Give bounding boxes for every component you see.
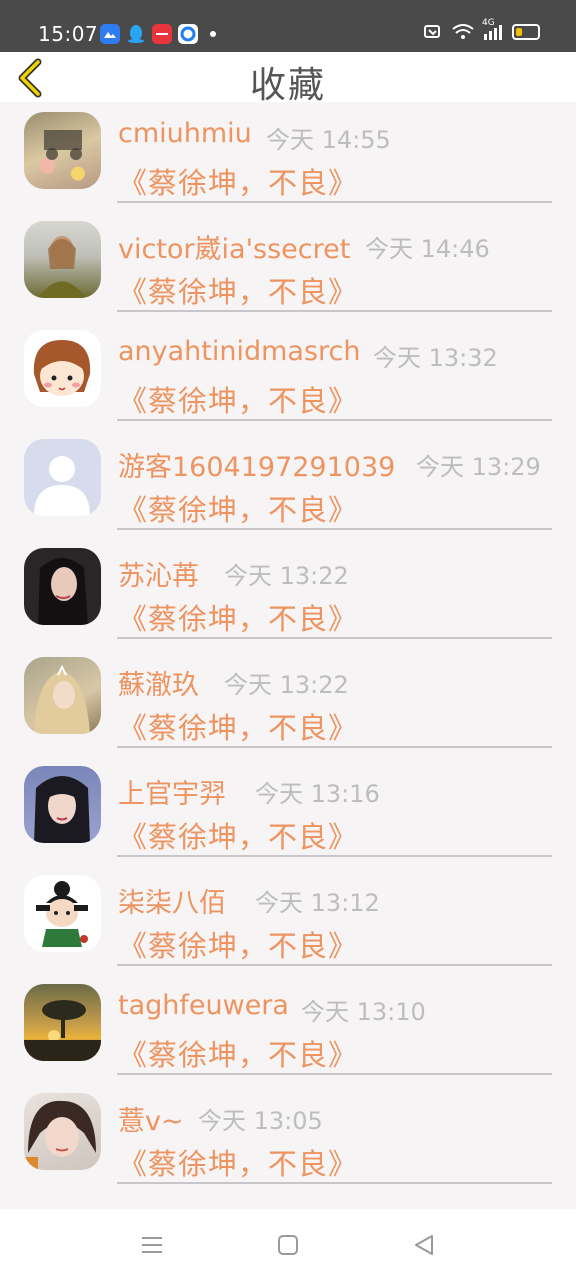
menu-icon xyxy=(142,1237,162,1253)
qq-icon xyxy=(126,24,146,44)
favorite-item[interactable]: victor崴ia'ssecret 今天 14:46 《蔡徐坤，不良》 xyxy=(0,211,576,320)
favorite-item[interactable]: 蘇澈玖 今天 13:22 《蔡徐坤，不良》 xyxy=(0,647,576,756)
user-name: 游客1604197291039 xyxy=(118,452,396,483)
system-nav-bar xyxy=(0,1209,576,1280)
user-name: 柒柒八佰 xyxy=(118,888,226,919)
more-notifications-dot xyxy=(210,31,216,37)
favorite-time: 今天 13:05 xyxy=(198,1107,323,1135)
avatar[interactable] xyxy=(24,766,101,843)
favorite-title: 《蔡徐坤，不良》 xyxy=(118,275,359,309)
favorite-title: 《蔡徐坤，不良》 xyxy=(118,929,359,963)
user-name: 薏v~ xyxy=(118,1106,184,1137)
divider xyxy=(117,528,552,530)
divider xyxy=(117,964,552,966)
user-name: 蘇澈玖 xyxy=(118,670,199,701)
divider xyxy=(117,1073,552,1075)
favorite-title: 《蔡徐坤，不良》 xyxy=(118,493,359,527)
back-nav-button[interactable] xyxy=(410,1231,438,1259)
favorites-list: cmiuhmiu 今天 14:55 《蔡徐坤，不良》 victor崴ia'sse… xyxy=(0,102,576,1192)
nfc-icon xyxy=(424,25,440,38)
favorite-time: 今天 13:16 xyxy=(255,780,380,808)
avatar[interactable] xyxy=(24,221,101,298)
favorite-title: 《蔡徐坤，不良》 xyxy=(118,166,359,200)
favorite-item[interactable]: cmiuhmiu 今天 14:55 《蔡徐坤，不良》 xyxy=(0,102,576,211)
user-name: taghfeuwera xyxy=(118,990,289,1021)
divider xyxy=(117,746,552,748)
notification-icons xyxy=(100,24,216,44)
user-name: 上官宇羿 xyxy=(118,779,226,810)
favorite-time: 今天 14:55 xyxy=(266,126,391,154)
favorite-time: 今天 14:46 xyxy=(365,235,490,263)
favorite-title: 《蔡徐坤，不良》 xyxy=(118,384,359,418)
favorite-time: 今天 13:29 xyxy=(416,453,541,481)
user-name: anyahtinidmasrch xyxy=(118,336,361,367)
blue-circle-app-icon xyxy=(178,24,198,44)
favorite-title: 《蔡徐坤，不良》 xyxy=(118,711,359,745)
avatar[interactable] xyxy=(24,439,101,516)
favorite-time: 今天 13:12 xyxy=(255,889,380,917)
wifi-icon xyxy=(452,24,474,39)
page-title: 收藏 xyxy=(249,65,326,106)
divider xyxy=(117,201,552,203)
favorite-title: 《蔡徐坤，不良》 xyxy=(118,602,359,636)
favorite-item[interactable]: 游客1604197291039 今天 13:29 《蔡徐坤，不良》 xyxy=(0,429,576,538)
favorite-item[interactable]: 上官宇羿 今天 13:16 《蔡徐坤，不良》 xyxy=(0,756,576,865)
battery-icon xyxy=(512,24,540,40)
user-name: cmiuhmiu xyxy=(118,118,252,149)
home-square-icon xyxy=(278,1235,298,1255)
favorite-title: 《蔡徐坤，不良》 xyxy=(118,1038,359,1072)
avatar[interactable] xyxy=(24,875,101,952)
favorite-item[interactable]: taghfeuwera 今天 13:10 《蔡徐坤，不良》 xyxy=(0,974,576,1083)
red-app-icon xyxy=(152,24,172,44)
divider xyxy=(117,310,552,312)
home-button[interactable] xyxy=(274,1231,302,1259)
divider xyxy=(117,419,552,421)
app-notification-icon xyxy=(100,24,120,44)
favorite-item[interactable]: anyahtinidmasrch 今天 13:32 《蔡徐坤，不良》 xyxy=(0,320,576,429)
avatar[interactable] xyxy=(24,330,101,407)
avatar[interactable] xyxy=(24,548,101,625)
favorite-title: 《蔡徐坤，不良》 xyxy=(118,1147,359,1181)
favorite-time: 今天 13:32 xyxy=(373,344,498,372)
avatar[interactable] xyxy=(24,1093,101,1170)
user-name: victor崴ia'ssecret xyxy=(118,234,351,265)
menu-button[interactable] xyxy=(138,1231,166,1259)
favorite-item[interactable]: 柒柒八佰 今天 13:12 《蔡徐坤，不良》 xyxy=(0,865,576,974)
divider xyxy=(117,637,552,639)
signal-icon: 4G xyxy=(482,18,502,40)
avatar[interactable] xyxy=(24,657,101,734)
status-indicators: 4G xyxy=(424,18,540,40)
favorite-item[interactable]: 苏沁苒 今天 13:22 《蔡徐坤，不良》 xyxy=(0,538,576,647)
favorite-time: 今天 13:22 xyxy=(224,562,349,590)
back-triangle-icon xyxy=(415,1235,433,1255)
divider xyxy=(117,1182,552,1184)
favorite-item[interactable]: 薏v~ 今天 13:05 《蔡徐坤，不良》 xyxy=(0,1083,576,1192)
network-type: 4G xyxy=(482,18,495,28)
favorite-time: 今天 13:22 xyxy=(224,671,349,699)
divider xyxy=(117,855,552,857)
app-header: 收藏 xyxy=(0,52,576,106)
favorite-time: 今天 13:10 xyxy=(301,998,426,1026)
avatar[interactable] xyxy=(24,984,101,1061)
avatar[interactable] xyxy=(24,112,101,189)
status-time: 15:07 xyxy=(38,22,99,46)
status-bar: 15:07 4G xyxy=(0,0,576,52)
favorite-title: 《蔡徐坤，不良》 xyxy=(118,820,359,854)
user-name: 苏沁苒 xyxy=(118,561,199,592)
